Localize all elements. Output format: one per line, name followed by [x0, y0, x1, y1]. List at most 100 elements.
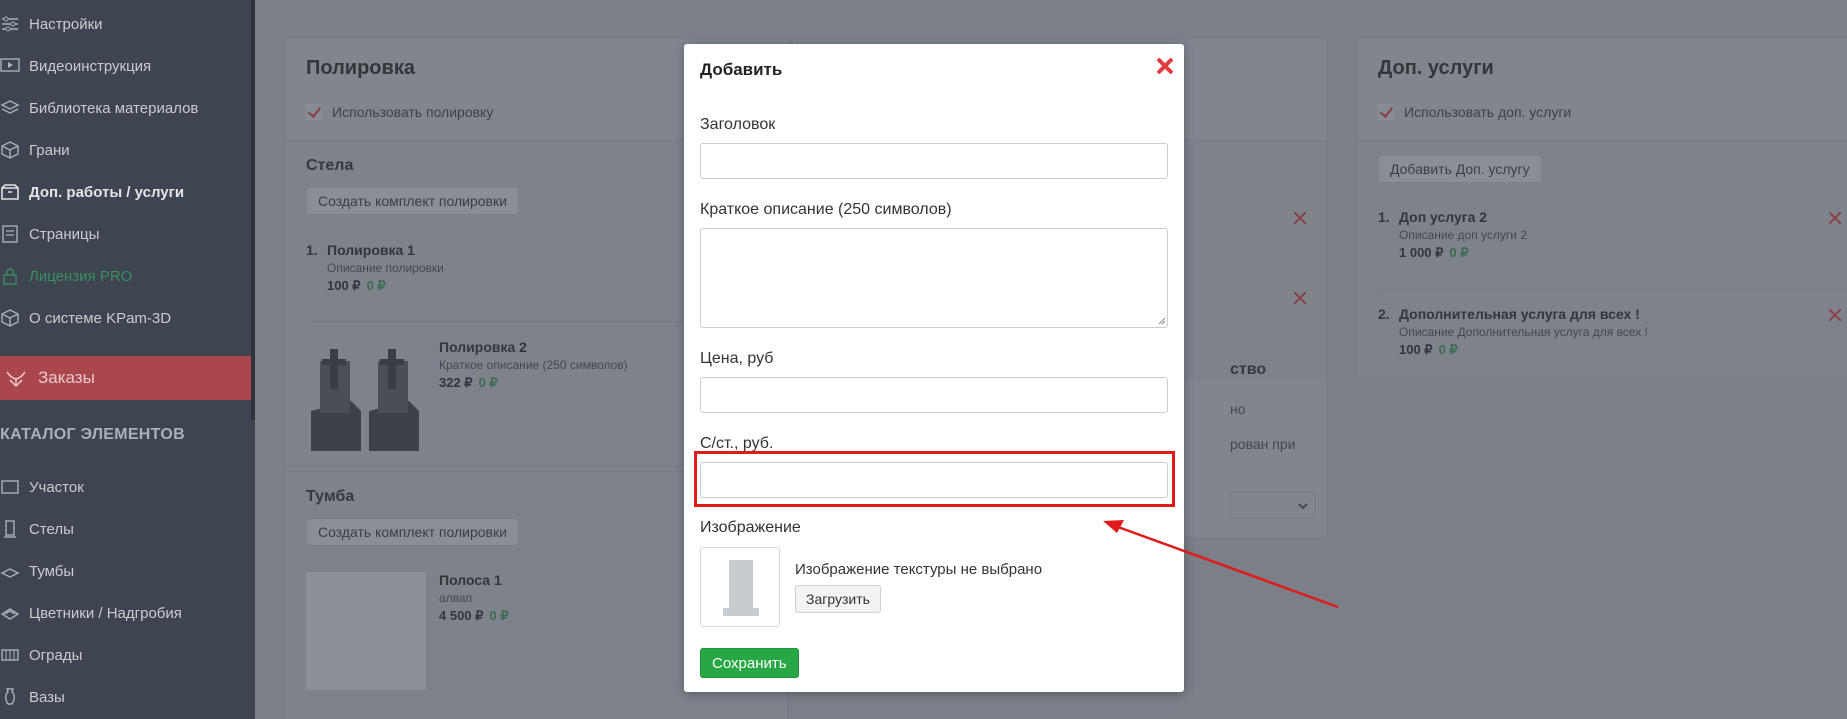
lock-icon — [0, 267, 20, 285]
list-item-desc: Описание доп услуги 2 — [1399, 228, 1528, 242]
price-label: Цена, руб — [700, 350, 774, 367]
chevron-down-icon — [1298, 503, 1308, 510]
sidebar-item-orders[interactable]: Заказы — [0, 356, 255, 400]
resize-grip-icon[interactable] — [1156, 315, 1166, 325]
sidebar-item-label: Цветники / Надгробия — [29, 604, 182, 622]
delete-icon[interactable] — [1828, 308, 1842, 322]
list-item-title: Полировка 1 — [327, 242, 415, 258]
list-item-price: 1 000 ₽ 0 ₽ — [1399, 245, 1469, 261]
sidebar-item-label: Настройки — [29, 15, 103, 33]
heading-label: Заголовок — [700, 116, 776, 133]
create-polishing-set-button[interactable]: Создать комплект полировки — [306, 187, 519, 215]
delete-icon[interactable] — [1293, 291, 1307, 305]
cost-value: 0 ₽ — [366, 278, 386, 293]
price-value: 100 ₽ — [1399, 342, 1433, 357]
sidebar-item-pedestals[interactable]: Тумбы — [0, 556, 74, 586]
sidebar-item-steles[interactable]: Стелы — [0, 514, 74, 544]
create-polishing-set-button[interactable]: Создать комплект полировки — [306, 518, 519, 546]
sidebar-item-flowerbeds[interactable]: Цветники / Надгробия — [0, 598, 182, 628]
sidebar-item-video[interactable]: Видеоинструкция — [0, 51, 151, 81]
stele-base-shape — [723, 608, 759, 616]
sidebar-item-label: Тумбы — [29, 562, 75, 580]
upload-button[interactable]: Загрузить — [795, 585, 881, 613]
vase-icon — [0, 688, 20, 706]
sidebar-item-pages[interactable]: Страницы — [0, 219, 99, 249]
list-item-title: Доп услуга 2 — [1399, 209, 1488, 225]
sidebar-item-label: Лицензия PRO — [29, 267, 133, 285]
cost-value: 0 ₽ — [489, 608, 509, 623]
sidebar-item-license[interactable]: Лицензия PRO — [0, 261, 132, 291]
polishing-title: Полировка — [306, 57, 415, 79]
sidebar-item-vases[interactable]: Вазы — [0, 682, 65, 712]
sidebar-item-extra-works[interactable]: Доп. работы / услуги — [0, 177, 184, 207]
sidebar-item-label: Стелы — [29, 520, 74, 538]
save-button[interactable]: Сохранить — [700, 648, 799, 678]
middle-text-fragment: рован при — [1230, 436, 1296, 452]
delete-icon[interactable] — [1293, 211, 1307, 225]
sidebar-item-label: Грани — [29, 141, 70, 159]
list-item-price: 100 ₽ 0 ₽ — [327, 278, 386, 294]
sliders-icon — [0, 15, 20, 33]
middle-select[interactable] — [1230, 491, 1316, 519]
extra-services-title: Доп. услуги — [1378, 57, 1494, 79]
sidebar-item-plot[interactable]: Участок — [0, 472, 84, 502]
price-value: 100 ₽ — [327, 278, 361, 293]
extra-services-list: Добавить Доп. услугу 1. Доп услуга 2 Опи… — [1358, 140, 1847, 376]
sidebar-item-settings[interactable]: Настройки — [0, 9, 103, 39]
use-polishing-checkbox[interactable]: Использовать полировку — [306, 104, 493, 120]
sidebar: Настройки Видеоинструкция Библиотека мат… — [0, 0, 255, 719]
close-icon[interactable] — [1153, 54, 1177, 78]
list-item-number: 1. — [306, 242, 318, 258]
list-item-desc: Описание полировки — [327, 261, 444, 275]
checkbox-label: Использовать полировку — [332, 104, 494, 120]
price-value: 4 500 ₽ — [439, 608, 484, 623]
price-input[interactable] — [700, 377, 1168, 413]
plot-icon — [0, 478, 20, 496]
sidebar-item-facets[interactable]: Грани — [0, 135, 70, 165]
add-extra-service-button[interactable]: Добавить Доп. услугу — [1378, 155, 1542, 183]
price-value: 322 ₽ — [439, 375, 473, 390]
extra-services-panel: Доп. услуги Использовать доп. услуги Доб… — [1357, 38, 1847, 376]
list-item-price: 322 ₽ 0 ₽ — [439, 375, 498, 391]
list-item-price: 100 ₽ 0 ₽ — [1399, 342, 1458, 358]
list-item-title: Полоса 1 — [439, 572, 502, 588]
sidebar-item-label: Страницы — [29, 225, 100, 243]
price-value: 1 000 ₽ — [1399, 245, 1444, 260]
sidebar-item-materials[interactable]: Библиотека материалов — [0, 93, 198, 123]
stele-placeholder-icon — [729, 560, 753, 610]
checkbox-check-icon — [1378, 104, 1394, 120]
layers-icon — [0, 99, 20, 117]
delete-icon[interactable] — [1828, 211, 1842, 225]
list-item-number: 2. — [1378, 306, 1390, 322]
heading-input[interactable] — [700, 143, 1168, 179]
checkbox-check-icon — [306, 104, 322, 120]
sidebar-item-label: Библиотека материалов — [29, 99, 199, 117]
image-preview[interactable] — [700, 547, 780, 627]
pages-icon — [0, 225, 20, 243]
sidebar-item-about[interactable]: О системе KPam-3D — [0, 303, 171, 333]
description-textarea[interactable] — [700, 228, 1168, 328]
add-dialog: Добавить Заголовок Краткое описание (250… — [684, 44, 1184, 692]
video-icon — [0, 57, 20, 75]
sidebar-item-label: Вазы — [29, 688, 65, 706]
image-label: Изображение — [700, 519, 801, 536]
cost-value: 0 ₽ — [478, 375, 498, 390]
cost-value: 0 ₽ — [1449, 245, 1469, 260]
sidebar-item-label: Заказы — [38, 368, 95, 387]
sidebar-item-fences[interactable]: Ограды — [0, 640, 82, 670]
list-item-desc: Описание Дополнительная услуга для всех … — [1399, 325, 1648, 339]
pedestal-icon — [0, 562, 20, 580]
list-item-desc: алвап — [439, 591, 473, 605]
stele-thumbnail — [306, 341, 426, 453]
box-icon — [0, 183, 20, 201]
texture-thumbnail — [306, 572, 426, 690]
sidebar-item-label: Ограды — [29, 646, 83, 664]
stele-icon — [0, 520, 20, 538]
fence-icon — [0, 646, 20, 664]
list-item-title: Полировка 2 — [439, 339, 527, 355]
checkbox-label: Использовать доп. услуги — [1404, 104, 1572, 120]
sidebar-item-label: Доп. работы / услуги — [29, 183, 185, 201]
list-item-number: 1. — [1378, 209, 1390, 225]
middle-text-fragment: но — [1230, 401, 1246, 417]
use-extra-services-checkbox[interactable]: Использовать доп. услуги — [1378, 104, 1571, 120]
